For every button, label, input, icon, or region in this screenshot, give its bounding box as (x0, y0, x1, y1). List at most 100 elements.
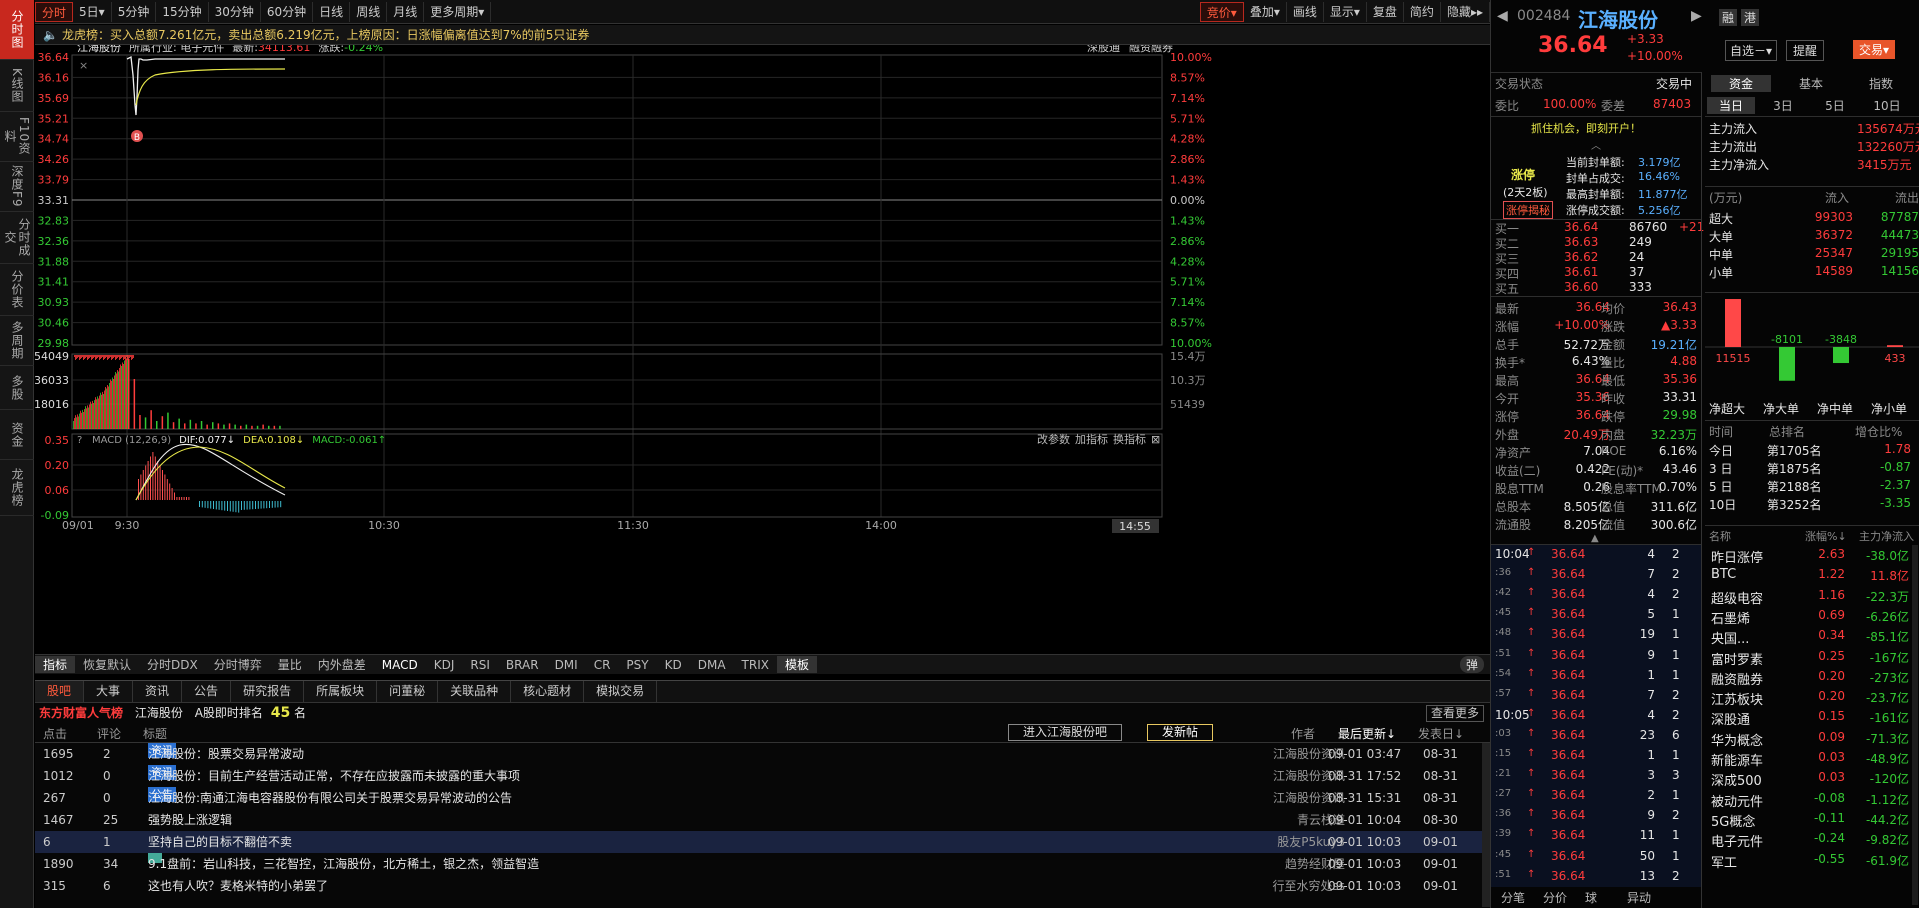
close-indicator-icon[interactable]: ⊠ (1151, 433, 1160, 446)
post-row[interactable]: 1890 34 9.1盘前：岩山科技，三花智控，江海股份，北方稀土，银之杰，领益智造… (35, 853, 1490, 875)
guba-tab-2[interactable]: 资讯 (133, 681, 183, 702)
fund-day-1[interactable]: 3日 (1759, 97, 1807, 114)
indicator-tab-2[interactable]: 分时DDX (139, 656, 206, 673)
sector-name[interactable]: 昨日涨停 (1711, 547, 1763, 566)
period-tab-4[interactable]: 30分钟 (209, 1, 261, 22)
tick-tab-2[interactable]: 球 (1585, 889, 1597, 906)
watchlist-button[interactable]: 自选－▾ (1725, 40, 1778, 61)
dragon-tiger-notice[interactable]: 🔈 龙虎榜：买入总额7.261亿元，卖出总额6.219亿元，上榜原因：日涨幅偏离值… (35, 25, 1490, 45)
toolbar-btn-6[interactable]: 隐藏▸▸ (1441, 1, 1490, 22)
tick-tab-3[interactable]: 异动 (1627, 889, 1651, 906)
period-tab-7[interactable]: 周线 (350, 1, 388, 22)
fund-tab-0[interactable]: 资金 (1711, 75, 1771, 92)
guba-tab-6[interactable]: 问董秘 (377, 681, 439, 702)
guba-tab-3[interactable]: 公告 (182, 681, 232, 702)
indicator-tab-13[interactable]: KD (657, 658, 690, 672)
rail-item-3[interactable]: 深度F9 (0, 162, 34, 212)
sector-name[interactable]: 石墨烯 (1711, 608, 1750, 627)
expand-icon[interactable]: ▲ (1591, 533, 1599, 544)
macd-link-1[interactable]: 加指标 (1075, 432, 1108, 446)
period-tab-3[interactable]: 15分钟 (156, 1, 209, 22)
trade-button[interactable]: 交易▾ (1853, 40, 1896, 59)
indicator-tab-4[interactable]: 量比 (270, 656, 310, 673)
sector-name[interactable]: BTC (1711, 567, 1736, 582)
sector-name[interactable]: 5G概念 (1711, 811, 1755, 830)
collapse-icon[interactable]: ︿ (1591, 137, 1601, 152)
sector-name[interactable]: 深股通 (1711, 709, 1750, 728)
intraday-chart[interactable]: 36.64 10.00% 36.16 8.57% 35.69 7.14% 35.21 5.71… (34, 40, 1490, 655)
sector-name[interactable]: 华为概念 (1711, 730, 1763, 749)
post-scrollbar[interactable] (1482, 743, 1490, 907)
prev-stock-icon[interactable]: ◀ (1497, 8, 1508, 24)
indicator-tab-9[interactable]: BRAR (498, 658, 547, 672)
guba-tab-8[interactable]: 核心题材 (511, 681, 585, 702)
indicator-tab-0[interactable]: 指标 (35, 656, 76, 673)
sector-name[interactable]: 融资融券 (1711, 669, 1763, 688)
post-title[interactable]: 强势股上涨逻辑 (148, 809, 232, 831)
guba-tab-5[interactable]: 所属板块 (304, 681, 378, 702)
fund-day-3[interactable]: 10日 (1863, 97, 1911, 114)
rail-item-7[interactable]: 多股 (0, 366, 34, 410)
fund-tab-2[interactable]: 指数 (1851, 75, 1911, 92)
period-tab-0[interactable]: 分时 (35, 1, 74, 22)
post-title[interactable]: 这也有人吹？麦格米特的小弟罢了 (148, 875, 328, 897)
rail-item-9[interactable]: 龙虎榜 (0, 460, 34, 516)
close-chart-icon[interactable]: × (79, 59, 88, 72)
post-row[interactable]: 267 0 公告 江海股份:南通江海电容器股份有限公司关于股票交易异常波动的公告 江海股… (35, 787, 1490, 809)
hk-button[interactable]: 港 (1741, 9, 1760, 26)
sector-name[interactable]: 军工 (1711, 852, 1737, 871)
post-row[interactable]: 1695 2 资讯 江海股份：股票交易异常波动 江海股份资讯 09-01 03:47 08-… (35, 743, 1490, 765)
indicator-tab-7[interactable]: KDJ (426, 658, 463, 672)
indicator-tab-6[interactable]: MACD (374, 658, 426, 672)
guba-tab-4[interactable]: 研究报告 (231, 681, 305, 702)
toolbar-btn-4[interactable]: 复盘 (1367, 1, 1404, 22)
guba-tab-0[interactable]: 股吧 (35, 681, 85, 702)
period-tab-6[interactable]: 日线 (313, 1, 351, 22)
rail-item-1[interactable]: K线图 (0, 60, 34, 112)
rail-item-8[interactable]: 资金 (0, 410, 34, 460)
indicator-tab-5[interactable]: 内外盘差 (310, 656, 374, 673)
post-title[interactable]: 江海股份:南通江海电容器股份有限公司关于股票交易异常波动的公告 (148, 787, 512, 809)
col-right-2[interactable]: 发表日↓ (1418, 725, 1464, 742)
popup-toggle[interactable]: 弹 (1459, 656, 1484, 673)
rail-item-0[interactable]: 分时图 (0, 0, 34, 60)
fund-day-2[interactable]: 5日 (1811, 97, 1859, 114)
sector-name[interactable]: 江苏板块 (1711, 689, 1763, 708)
guba-tab-1[interactable]: 大事 (84, 681, 134, 702)
toolbar-btn-3[interactable]: 显示▾ (1324, 1, 1367, 22)
help-icon[interactable]: ? (77, 435, 82, 446)
macd-link-0[interactable]: 改参数 (1037, 432, 1070, 446)
indicator-tab-16[interactable]: 模板 (776, 656, 817, 673)
indicator-tab-3[interactable]: 分时博弈 (206, 656, 270, 673)
indicator-tab-14[interactable]: DMA (690, 658, 734, 672)
link-hk-connect[interactable]: 深股通 (1087, 41, 1120, 54)
sector-name[interactable]: 央国... (1711, 628, 1749, 647)
period-tab-2[interactable]: 5分钟 (112, 1, 157, 22)
indicator-tab-12[interactable]: PSY (618, 658, 656, 672)
rail-item-2[interactable]: F10资料 (0, 112, 34, 162)
new-post-button[interactable]: 发新帖 (1147, 724, 1214, 741)
post-row[interactable]: 1467 25 强势股上涨逻辑 青云栈道 09-01 10:04 08-30 (35, 809, 1490, 831)
tick-tab-1[interactable]: 分价 (1543, 889, 1567, 906)
indicator-tab-10[interactable]: DMI (547, 658, 586, 672)
period-tab-5[interactable]: 60分钟 (261, 1, 314, 22)
toolbar-btn-1[interactable]: 叠加▾ (1244, 1, 1287, 22)
rail-item-6[interactable]: 多周期 (0, 316, 34, 366)
post-row[interactable]: 1012 0 资讯 江海股份：目前生产经营活动正常，不存在应披露而未披露的重大事项 江海… (35, 765, 1490, 787)
chart-svg[interactable]: 36.64 10.00% 36.16 8.57% 35.69 7.14% 35.21 5.71… (34, 40, 1490, 655)
indicator-tab-8[interactable]: RSI (462, 658, 498, 672)
col-right-0[interactable]: 作者 (1291, 725, 1315, 742)
sector-name[interactable]: 电子元件 (1711, 831, 1763, 850)
post-title[interactable]: 江海股份：目前生产经营活动正常，不存在应披露而未披露的重大事项 (148, 765, 520, 787)
col-right-1[interactable]: 最后更新↓ (1338, 725, 1396, 742)
guba-tab-7[interactable]: 关联品种 (438, 681, 512, 702)
rail-item-4[interactable]: 分时成交 (0, 212, 34, 264)
toolbar-btn-5[interactable]: 简约 (1404, 1, 1441, 22)
sector-name[interactable]: 新能源车 (1711, 750, 1763, 769)
post-row[interactable]: 315 6 这也有人吹？麦格米特的小弟罢了 行至水穷处ss 09-01 10:03 09-… (35, 875, 1490, 897)
enter-bar-button[interactable]: 进入江海股份吧 (1008, 724, 1123, 741)
limit-reveal-button[interactable]: 涨停揭秘 (1503, 201, 1553, 219)
post-title[interactable]: 江海股份：股票交易异常波动 (148, 743, 304, 765)
guba-tab-9[interactable]: 模拟交易 (584, 681, 658, 702)
view-more-button[interactable]: 查看更多 (1425, 705, 1484, 722)
